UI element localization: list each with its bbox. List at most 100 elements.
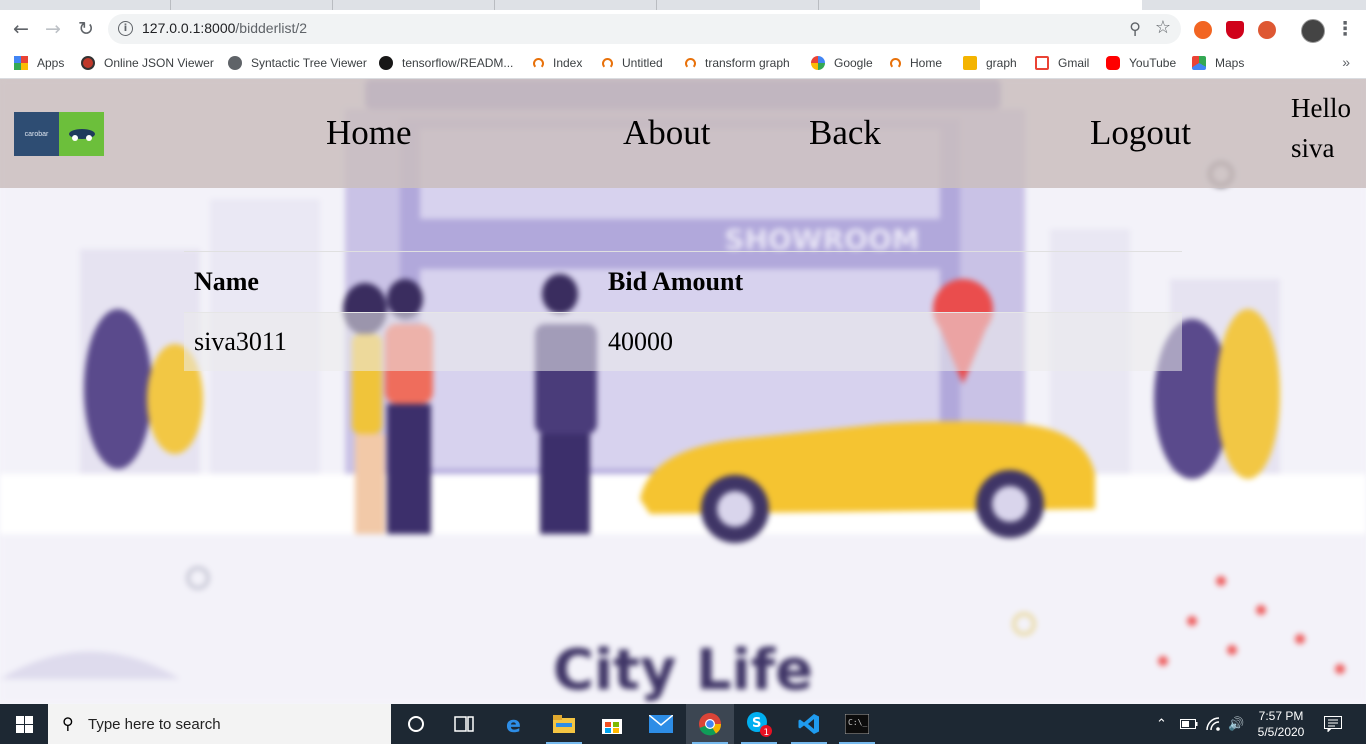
profile-avatar[interactable] <box>1301 19 1325 43</box>
tab-strip <box>0 0 1366 10</box>
wifi-icon[interactable] <box>1206 704 1222 744</box>
show-hidden-icons-chevron[interactable]: ⌃ <box>1156 704 1167 744</box>
column-header-bid-amount: Bid Amount <box>598 251 1182 313</box>
apps-grid-icon <box>14 56 28 70</box>
bookmark-youtube[interactable]: YouTube <box>1106 54 1176 72</box>
clock-time: 7:57 PM <box>1258 709 1304 723</box>
browser-tab[interactable] <box>494 0 657 10</box>
bookmark-maps[interactable]: Maps <box>1192 54 1244 72</box>
bookmark-label: Index <box>553 56 583 70</box>
site-logo[interactable]: carobar <box>14 112 104 156</box>
forward-arrow-icon[interactable]: → <box>40 16 66 42</box>
bidder-table: Name Bid Amount siva3011 40000 <box>184 251 1182 371</box>
microsoft-store-icon[interactable] <box>588 704 636 744</box>
extension-shield-icon[interactable] <box>1226 21 1244 39</box>
bookmark-home[interactable]: Home <box>890 54 942 72</box>
nav-logout-link[interactable]: Logout <box>1090 113 1191 153</box>
battery-icon[interactable] <box>1180 704 1198 744</box>
address-bar[interactable]: i 127.0.0.1:8000/bidderlist/2 ⚲ ☆ <box>108 14 1181 44</box>
bookmark-tensorflow-readme[interactable]: tensorflow/READM... <box>379 54 513 72</box>
table-header-row: Name Bid Amount <box>184 251 1182 313</box>
volume-icon[interactable]: 🔊 <box>1228 704 1244 744</box>
table-row: siva3011 40000 <box>184 312 1182 371</box>
google-icon <box>811 56 825 70</box>
chrome-icon[interactable] <box>686 704 734 744</box>
browser-tab[interactable] <box>656 0 819 10</box>
action-center-icon[interactable] <box>1324 704 1342 744</box>
bookmark-label: tensorflow/READM... <box>402 56 514 70</box>
browser-tab[interactable] <box>332 0 495 10</box>
browser-tab[interactable] <box>0 0 171 10</box>
bookmark-google[interactable]: Google <box>811 54 873 72</box>
bookmark-label: Maps <box>1215 56 1245 70</box>
skype-badge-count: 1 <box>764 728 770 737</box>
jupyter-icon <box>685 57 696 69</box>
bookmark-label: Google <box>834 56 873 70</box>
windows-start-icon[interactable] <box>0 704 48 744</box>
reload-icon[interactable]: ↻ <box>73 16 99 42</box>
car-logo-icon <box>59 112 104 156</box>
edge-browser-icon[interactable]: e <box>490 704 538 744</box>
browser-tab-active[interactable] <box>980 0 1142 10</box>
bookmark-untitled[interactable]: Untitled <box>602 54 663 72</box>
vscode-icon[interactable] <box>785 704 833 744</box>
bid-amount-cell: 40000 <box>598 312 1182 371</box>
bookmark-label: YouTube <box>1129 56 1177 70</box>
extension-fire-icon[interactable] <box>1194 21 1212 39</box>
bookmark-label: Online JSON Viewer <box>104 56 214 70</box>
menu-dots-icon[interactable]: ⋮ <box>1332 16 1358 42</box>
column-header-name: Name <box>184 251 598 313</box>
bookmark-index[interactable]: Index <box>533 54 582 72</box>
nav-about-link[interactable]: About <box>623 113 711 153</box>
bookmark-label: Untitled <box>622 56 663 70</box>
bookmark-label: Syntactic Tree Viewer <box>251 56 367 70</box>
bookmark-label: Home <box>910 56 943 70</box>
bookmark-gmail[interactable]: Gmail <box>1035 54 1089 72</box>
bookmark-apps[interactable]: Apps <box>14 54 64 72</box>
user-greeting: Hello siva <box>1291 93 1351 163</box>
search-icon: ⚲ <box>62 714 74 733</box>
jupyter-icon <box>602 57 613 69</box>
bookmark-online-json-viewer[interactable]: Online JSON Viewer <box>81 54 214 72</box>
extension-duck-icon[interactable] <box>1258 21 1276 39</box>
jupyter-icon <box>890 57 901 69</box>
bookmark-label: Apps <box>37 56 65 70</box>
mail-icon[interactable] <box>637 704 685 744</box>
nav-home-link[interactable]: Home <box>326 113 412 153</box>
svg-text:C:\_: C:\_ <box>848 718 867 727</box>
more-bookmarks-chevron-icon[interactable]: » <box>1342 54 1350 70</box>
youtube-icon <box>1106 56 1120 70</box>
svg-text:S: S <box>752 716 761 731</box>
task-view-icon[interactable] <box>440 704 488 744</box>
clock-date: 5/5/2020 <box>1257 725 1305 739</box>
site-navbar: carobar Home About Back Logout Hello siv… <box>0 79 1366 188</box>
search-placeholder: Type here to search <box>88 716 221 733</box>
bookmark-transform-graph[interactable]: transform graph <box>685 54 790 72</box>
gmail-icon <box>1035 56 1049 70</box>
browser-tab[interactable] <box>170 0 333 10</box>
url-text[interactable]: 127.0.0.1:8000/bidderlist/2 <box>142 20 307 36</box>
info-icon[interactable]: i <box>118 21 133 36</box>
globe-icon <box>228 56 242 70</box>
bookmark-label: graph <box>986 56 1017 70</box>
bookmark-syntactic-tree-viewer[interactable]: Syntactic Tree Viewer <box>228 54 367 72</box>
bookmarks-bar: Apps Online JSON Viewer Syntactic Tree V… <box>0 48 1366 79</box>
notebook-icon <box>963 56 977 70</box>
zoom-icon[interactable]: ⚲ <box>1129 19 1141 38</box>
file-explorer-icon[interactable] <box>540 704 588 744</box>
page-viewport: SHOWROOM City Life carobar Home About Ba… <box>0 79 1366 704</box>
logo-text: carobar <box>14 112 59 156</box>
github-icon <box>379 56 393 70</box>
system-clock[interactable]: 7:57 PM 5/5/2020 <box>1252 708 1310 740</box>
skype-icon[interactable]: S1 <box>735 704 783 744</box>
cortana-icon[interactable] <box>392 704 440 744</box>
jupyter-icon <box>533 57 544 69</box>
taskbar-search-box[interactable]: ⚲ Type here to search <box>48 704 391 744</box>
nav-back-link[interactable]: Back <box>809 113 881 153</box>
bookmark-graph[interactable]: graph <box>963 54 1017 72</box>
terminal-icon[interactable]: C:\_ <box>833 704 881 744</box>
bookmark-star-icon[interactable]: ☆ <box>1155 17 1171 38</box>
back-arrow-icon[interactable]: ← <box>8 16 34 42</box>
maps-icon <box>1192 56 1206 70</box>
bookmark-label: transform graph <box>705 56 790 70</box>
